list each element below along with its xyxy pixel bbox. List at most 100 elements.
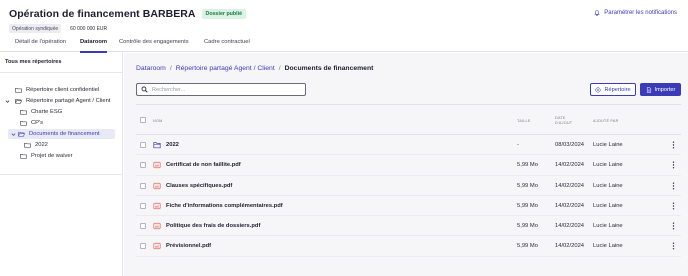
operation-meta: Opération syndiquée 60 000 000 EUR — [9, 24, 107, 33]
kebab-menu-icon[interactable] — [672, 182, 675, 190]
new-folder-button[interactable]: Répertoire — [590, 83, 636, 96]
table-row[interactable]: pdf Fiche d'informations complémentaires… — [136, 196, 681, 217]
tree-item-cps[interactable]: CP's — [20, 118, 43, 128]
tab-controle-engagements[interactable]: Contrôle des engagements — [119, 38, 189, 52]
table-row[interactable]: pdf Prévisionnel.pdf 5,99 Mo 14/02/2024 … — [136, 236, 681, 257]
row-checkbox[interactable] — [140, 142, 146, 148]
kebab-menu-icon[interactable] — [672, 222, 675, 230]
file-name: Fiche d'informations complémentaires.pdf — [166, 202, 283, 209]
breadcrumb-separator: / — [278, 65, 281, 72]
table-header: NOM TAILLE DATE D'AJOUT AJOUTÉ PAR — [136, 104, 681, 135]
upload-file-icon — [646, 86, 651, 93]
column-header-date[interactable]: DATE D'AJOUT — [555, 116, 572, 125]
kebab-menu-icon[interactable] — [672, 161, 675, 169]
row-checkbox[interactable] — [140, 182, 146, 189]
tab-detail-operation[interactable]: Détail de l'opération — [15, 38, 66, 52]
sidebar-tree: Tous mes répertoires Répertoire client c… — [0, 53, 123, 276]
row-name-cell[interactable]: pdf Prévisionnel.pdf — [153, 242, 211, 250]
file-date: 14/02/2024 — [555, 243, 585, 250]
file-name: Clauses spécifiques.pdf — [166, 182, 233, 189]
kebab-menu-icon[interactable] — [672, 242, 675, 250]
select-all-checkbox[interactable] — [140, 117, 146, 123]
tree-item-label: 2022 — [35, 142, 48, 148]
file-date: 14/02/2024 — [555, 182, 585, 189]
file-added-by: Lucie Laine — [593, 243, 623, 250]
column-header-size[interactable]: TAILLE — [517, 119, 531, 124]
breadcrumb: Dataroom / Répertoire partagé Agent / Cl… — [136, 65, 373, 72]
tree-item-2022[interactable]: 2022 — [24, 140, 48, 150]
pdf-file-icon: pdf — [153, 243, 161, 250]
tree-item-label: Répertoire partagé Agent / Client — [26, 98, 111, 104]
tree-item-projet-waiver[interactable]: Projet de waiver — [20, 151, 73, 161]
tab-bar: Détail de l'opération Dataroom Contrôle … — [0, 38, 688, 53]
file-date: 08/03/2024 — [555, 142, 585, 148]
pdf-file-icon: pdf — [153, 223, 161, 230]
tree-item-label: Projet de waiver — [31, 153, 73, 159]
table-row[interactable]: pdf Clauses spécifiques.pdf 5,99 Mo 14/0… — [136, 176, 681, 196]
import-button[interactable]: Importer — [640, 83, 681, 96]
file-added-by: Lucie Laine — [593, 202, 623, 209]
pdf-file-icon: pdf — [153, 202, 161, 209]
folder-icon — [15, 87, 22, 93]
table-row[interactable]: pdf Certificat de non faillite.pdf 5,99 … — [136, 155, 681, 176]
row-checkbox[interactable] — [140, 223, 146, 230]
folder-open-icon — [18, 131, 25, 137]
main-content: Dataroom / Répertoire partagé Agent / Cl… — [124, 53, 688, 276]
folder-icon — [20, 109, 27, 115]
folder-icon — [20, 153, 27, 159]
search-box[interactable] — [136, 83, 306, 96]
tab-cadre-contractuel[interactable]: Cadre contractuel — [204, 38, 250, 52]
search-input[interactable] — [152, 86, 302, 93]
file-size: 5,99 Mo — [517, 162, 538, 169]
row-checkbox[interactable] — [140, 202, 146, 209]
breadcrumb-separator: / — [169, 65, 172, 72]
tree-item-documents-financement[interactable]: Documents de financement — [8, 129, 115, 139]
chevron-down-icon[interactable] — [11, 132, 16, 137]
status-badge: Dossier publié — [201, 9, 247, 19]
svg-text:pdf: pdf — [155, 184, 159, 188]
row-name-cell[interactable]: pdf Clauses spécifiques.pdf — [153, 182, 232, 190]
kebab-menu-icon[interactable] — [672, 141, 675, 149]
pdf-file-icon: pdf — [153, 182, 161, 189]
file-added-by: Lucie Laine — [593, 182, 623, 189]
row-name-cell[interactable]: pdf Politique des frais de dossiers.pdf — [153, 222, 260, 230]
tree-item-label: Documents de financement — [29, 131, 100, 137]
operation-type-chip: Opération syndiquée — [9, 24, 62, 33]
file-added-by: Lucie Laine — [593, 223, 623, 230]
row-name-cell[interactable]: pdf Fiche d'informations complémentaires… — [153, 202, 283, 210]
file-size: 5,99 Mo — [517, 243, 538, 250]
file-size: - — [517, 142, 519, 148]
add-folder-icon — [595, 86, 601, 93]
file-added-by: Lucie Laine — [593, 142, 623, 148]
file-size: 5,99 Mo — [517, 182, 538, 189]
svg-text:pdf: pdf — [155, 224, 159, 228]
column-header-name[interactable]: NOM — [153, 119, 162, 124]
tree-item-charte-esg[interactable]: Charte ESG — [20, 107, 62, 117]
column-header-added-by[interactable]: AJOUTÉ PAR — [593, 119, 619, 124]
divider — [0, 174, 123, 175]
breadcrumb-item-repertoire-partage[interactable]: Répertoire partagé Agent / Client — [176, 65, 275, 72]
table-row[interactable]: pdf Politique des frais de dossiers.pdf … — [136, 216, 681, 237]
folder-icon — [153, 142, 161, 149]
notifications-settings-link[interactable]: Paramétrer les notifications — [594, 10, 677, 16]
row-name-cell[interactable]: 2022 — [153, 141, 179, 149]
kebab-menu-icon[interactable] — [672, 202, 675, 210]
chevron-down-icon[interactable] — [5, 99, 10, 104]
tab-dataroom[interactable]: Dataroom — [80, 38, 108, 53]
folder-icon — [20, 120, 27, 126]
row-name-cell[interactable]: pdf Certificat de non faillite.pdf — [153, 161, 241, 169]
file-name: Politique des frais de dossiers.pdf — [166, 223, 261, 230]
breadcrumb-current: Documents de financement — [284, 65, 374, 72]
table-row[interactable]: 2022 - 08/03/2024 Lucie Laine — [136, 135, 681, 156]
tree-item-repertoire-client-confidentiel[interactable]: Répertoire client confidentiel — [5, 85, 99, 95]
column-header-date-line2: D'AJOUT — [555, 120, 573, 125]
file-date: 14/02/2024 — [555, 202, 585, 209]
title-row: Opération de financement BARBERA Dossier… — [9, 8, 247, 20]
svg-text:pdf: pdf — [155, 204, 159, 208]
page-title: Opération de financement BARBERA — [9, 8, 196, 20]
row-checkbox[interactable] — [140, 162, 146, 169]
row-checkbox[interactable] — [140, 243, 146, 250]
tree-item-repertoire-partage[interactable]: Répertoire partagé Agent / Client — [5, 96, 110, 106]
breadcrumb-item-dataroom[interactable]: Dataroom — [136, 65, 166, 72]
